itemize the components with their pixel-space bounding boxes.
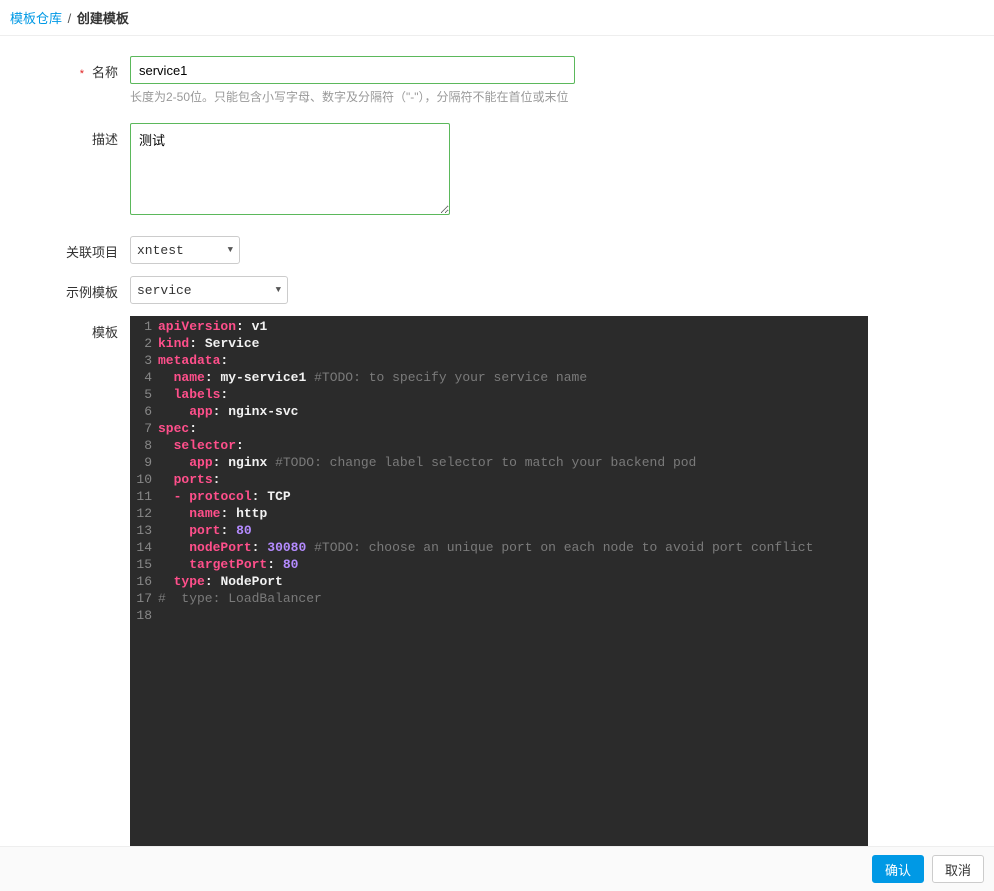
create-template-form: 名称 长度为2-50位。只能包含小写字母、数字及分隔符（"-"），分隔符不能在首… <box>0 36 994 846</box>
name-hint: 长度为2-50位。只能包含小写字母、数字及分隔符（"-"），分隔符不能在首位或末… <box>130 88 994 105</box>
breadcrumb-parent-link[interactable]: 模板仓库 <box>10 11 62 26</box>
project-select-value: xntest <box>137 243 184 258</box>
label-example-template: 示例模板 <box>0 276 130 301</box>
name-input[interactable] <box>130 56 575 84</box>
example-template-select-value: service <box>137 283 192 298</box>
label-description: 描述 <box>0 123 130 148</box>
description-textarea[interactable]: 测试 <box>130 123 450 215</box>
footer: 确认 取消 <box>0 846 994 891</box>
code-editor[interactable]: 123456789101112131415161718 apiVersion: … <box>130 316 868 846</box>
row-example-template: 示例模板 service ▼ <box>0 276 994 304</box>
chevron-down-icon: ▼ <box>228 245 233 255</box>
example-template-select[interactable]: service ▼ <box>130 276 288 304</box>
field-name: 长度为2-50位。只能包含小写字母、数字及分隔符（"-"），分隔符不能在首位或末… <box>130 56 994 105</box>
field-project: xntest ▼ <box>130 236 994 264</box>
row-name: 名称 长度为2-50位。只能包含小写字母、数字及分隔符（"-"），分隔符不能在首… <box>0 56 994 105</box>
field-description: 测试 <box>130 123 994 218</box>
breadcrumb: 模板仓库 / 创建模板 <box>0 0 994 36</box>
label-template: 模板 <box>0 316 130 341</box>
field-example-template: service ▼ <box>130 276 994 304</box>
chevron-down-icon: ▼ <box>276 285 281 295</box>
editor-gutter: 123456789101112131415161718 <box>130 318 158 840</box>
label-project: 关联项目 <box>0 236 130 261</box>
row-project: 关联项目 xntest ▼ <box>0 236 994 264</box>
field-template: 123456789101112131415161718 apiVersion: … <box>130 316 994 846</box>
cancel-button[interactable]: 取消 <box>932 855 984 883</box>
breadcrumb-current: 创建模板 <box>77 11 129 26</box>
row-description: 描述 测试 <box>0 123 994 218</box>
confirm-button[interactable]: 确认 <box>872 855 924 883</box>
row-template: 模板 123456789101112131415161718 apiVersio… <box>0 316 994 846</box>
editor-code[interactable]: apiVersion: v1kind: Servicemetadata: nam… <box>158 318 868 840</box>
label-name: 名称 <box>0 56 130 81</box>
project-select[interactable]: xntest ▼ <box>130 236 240 264</box>
breadcrumb-separator: / <box>68 11 72 26</box>
